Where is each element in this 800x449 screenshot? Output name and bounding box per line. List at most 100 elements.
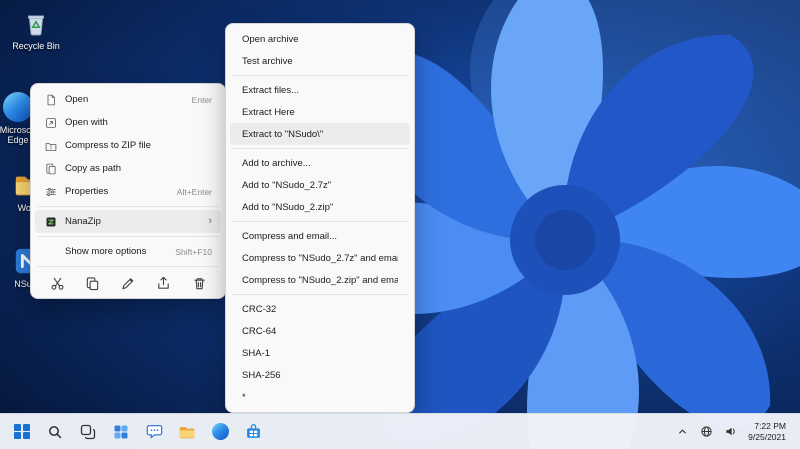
submenu-item-label: Extract Here xyxy=(242,106,295,118)
menu-separator xyxy=(232,294,408,295)
menu-item-label: Properties xyxy=(65,186,109,197)
taskbar: 7:22 PM 9/25/2021 xyxy=(0,413,800,449)
submenu-item-add-to-7z[interactable]: Add to "NSudo_2.7z" xyxy=(230,174,410,196)
submenu-item-sha1[interactable]: SHA-1 xyxy=(230,342,410,364)
submenu-item-all-hashes[interactable]: * xyxy=(230,386,410,408)
desktop-icon-label: Recycle Bin xyxy=(12,41,60,51)
menu-item-copy-as-path[interactable]: Copy as path xyxy=(35,157,221,180)
chat-button[interactable] xyxy=(140,418,168,446)
menu-item-shortcut: Enter xyxy=(191,94,212,105)
menu-separator xyxy=(232,148,408,149)
hidden-icons-button[interactable] xyxy=(672,420,692,444)
submenu-item-add-to-zip[interactable]: Add to "NSudo_2.zip" xyxy=(230,196,410,218)
clock-date: 9/25/2021 xyxy=(748,431,786,442)
submenu-item-sha256[interactable]: SHA-256 xyxy=(230,364,410,386)
menu-item-nanazip[interactable]: NanaZip › xyxy=(35,210,221,233)
submenu-item-label: CRC-32 xyxy=(242,303,277,315)
widgets-icon xyxy=(114,425,128,438)
network-globe-icon xyxy=(701,426,712,437)
task-view-icon xyxy=(80,424,96,439)
delete-icon xyxy=(193,277,205,289)
copy-icon xyxy=(86,276,99,290)
windows-logo-icon xyxy=(14,423,30,440)
share-button[interactable] xyxy=(150,272,178,294)
menu-item-label: Open with xyxy=(65,117,108,128)
zip-folder-icon xyxy=(44,139,57,152)
properties-icon xyxy=(44,185,57,198)
submenu-item-label: Add to archive... xyxy=(242,157,311,169)
submenu-item-extract-here[interactable]: Extract Here xyxy=(230,101,410,123)
edge-button[interactable] xyxy=(206,418,234,446)
copy-button[interactable] xyxy=(79,272,107,294)
submenu-item-open-archive[interactable]: Open archive xyxy=(230,28,410,50)
menu-separator xyxy=(37,236,219,237)
submenu-item-label: Add to "NSudo_2.7z" xyxy=(242,179,332,191)
submenu-item-label: SHA-256 xyxy=(242,369,281,381)
widgets-button[interactable] xyxy=(107,418,135,446)
menu-item-show-more-options[interactable]: Show more options Shift+F10 xyxy=(35,240,221,263)
menu-item-shortcut: Shift+F10 xyxy=(175,246,212,257)
document-icon xyxy=(44,93,57,106)
submenu-item-crc64[interactable]: CRC-64 xyxy=(230,320,410,342)
submenu-item-label: SHA-1 xyxy=(242,347,270,359)
share-icon xyxy=(158,276,169,289)
submenu-item-compress-zip-email[interactable]: Compress to "NSudo_2.zip" and email xyxy=(230,269,410,291)
submenu-item-label: Test archive xyxy=(242,55,293,67)
submenu-item-extract-files[interactable]: Extract files... xyxy=(230,79,410,101)
recycle-bin-icon xyxy=(28,15,44,36)
submenu-item-label: Compress to "NSudo_2.7z" and email xyxy=(242,252,398,264)
edge-icon xyxy=(211,423,229,440)
menu-item-compress-zip[interactable]: Compress to ZIP file xyxy=(35,134,221,157)
submenu-item-crc32[interactable]: CRC-32 xyxy=(230,298,410,320)
nanazip-submenu: Open archive Test archive Extract files.… xyxy=(225,23,415,413)
submenu-item-label: Compress and email... xyxy=(242,230,338,242)
empty-icon-slot xyxy=(44,245,57,258)
menu-item-open[interactable]: Open Enter xyxy=(35,88,221,111)
menu-item-label: Open xyxy=(65,94,89,105)
volume-button[interactable] xyxy=(720,420,740,444)
copy-path-icon xyxy=(44,162,57,175)
start-button[interactable] xyxy=(8,418,36,446)
submenu-item-compress-7z-email[interactable]: Compress to "NSudo_2.7z" and email xyxy=(230,247,410,269)
search-button[interactable] xyxy=(41,418,69,446)
submenu-item-add-to-archive[interactable]: Add to archive... xyxy=(230,152,410,174)
submenu-item-test-archive[interactable]: Test archive xyxy=(230,50,410,72)
taskbar-clock[interactable]: 7:22 PM 9/25/2021 xyxy=(744,421,792,442)
rename-button[interactable] xyxy=(114,272,142,294)
network-button[interactable] xyxy=(696,420,716,444)
store-button[interactable] xyxy=(239,418,267,446)
submenu-item-label: Open archive xyxy=(242,33,299,45)
chat-icon xyxy=(146,425,162,439)
search-icon xyxy=(49,425,62,438)
delete-button[interactable] xyxy=(185,272,213,294)
file-explorer-icon xyxy=(179,426,195,438)
context-menu: Open Enter Open with Compress to ZIP fil… xyxy=(30,83,226,299)
menu-item-label: Copy as path xyxy=(65,163,121,174)
submenu-item-label: * xyxy=(242,391,246,403)
cut-icon xyxy=(50,277,64,290)
chevron-right-icon: › xyxy=(208,215,212,227)
clock-time: 7:22 PM xyxy=(754,421,786,431)
submenu-item-compress-email[interactable]: Compress and email... xyxy=(230,225,410,247)
system-tray: 7:22 PM 9/25/2021 xyxy=(672,420,792,444)
menu-separator xyxy=(232,75,408,76)
menu-item-label: Show more options xyxy=(65,246,147,257)
submenu-item-label: CRC-64 xyxy=(242,325,277,337)
menu-separator xyxy=(232,221,408,222)
task-view-button[interactable] xyxy=(74,418,102,446)
menu-item-label: Compress to ZIP file xyxy=(65,140,151,151)
file-explorer-button[interactable] xyxy=(173,418,201,446)
desktop-icon-recycle-bin[interactable]: Recycle Bin xyxy=(8,8,64,51)
submenu-item-label: Add to "NSudo_2.zip" xyxy=(242,201,334,213)
volume-icon xyxy=(725,427,735,436)
store-icon xyxy=(246,424,260,438)
menu-item-properties[interactable]: Properties Alt+Enter xyxy=(35,180,221,203)
open-with-icon xyxy=(44,116,57,129)
submenu-item-label: Compress to "NSudo_2.zip" and email xyxy=(242,274,398,286)
menu-item-open-with[interactable]: Open with xyxy=(35,111,221,134)
menu-separator xyxy=(37,206,219,207)
menu-item-label: NanaZip xyxy=(65,216,101,227)
cut-button[interactable] xyxy=(43,272,71,294)
chevron-up-icon xyxy=(678,429,686,434)
submenu-item-extract-to-nsudo[interactable]: Extract to "NSudo\" xyxy=(230,123,410,145)
